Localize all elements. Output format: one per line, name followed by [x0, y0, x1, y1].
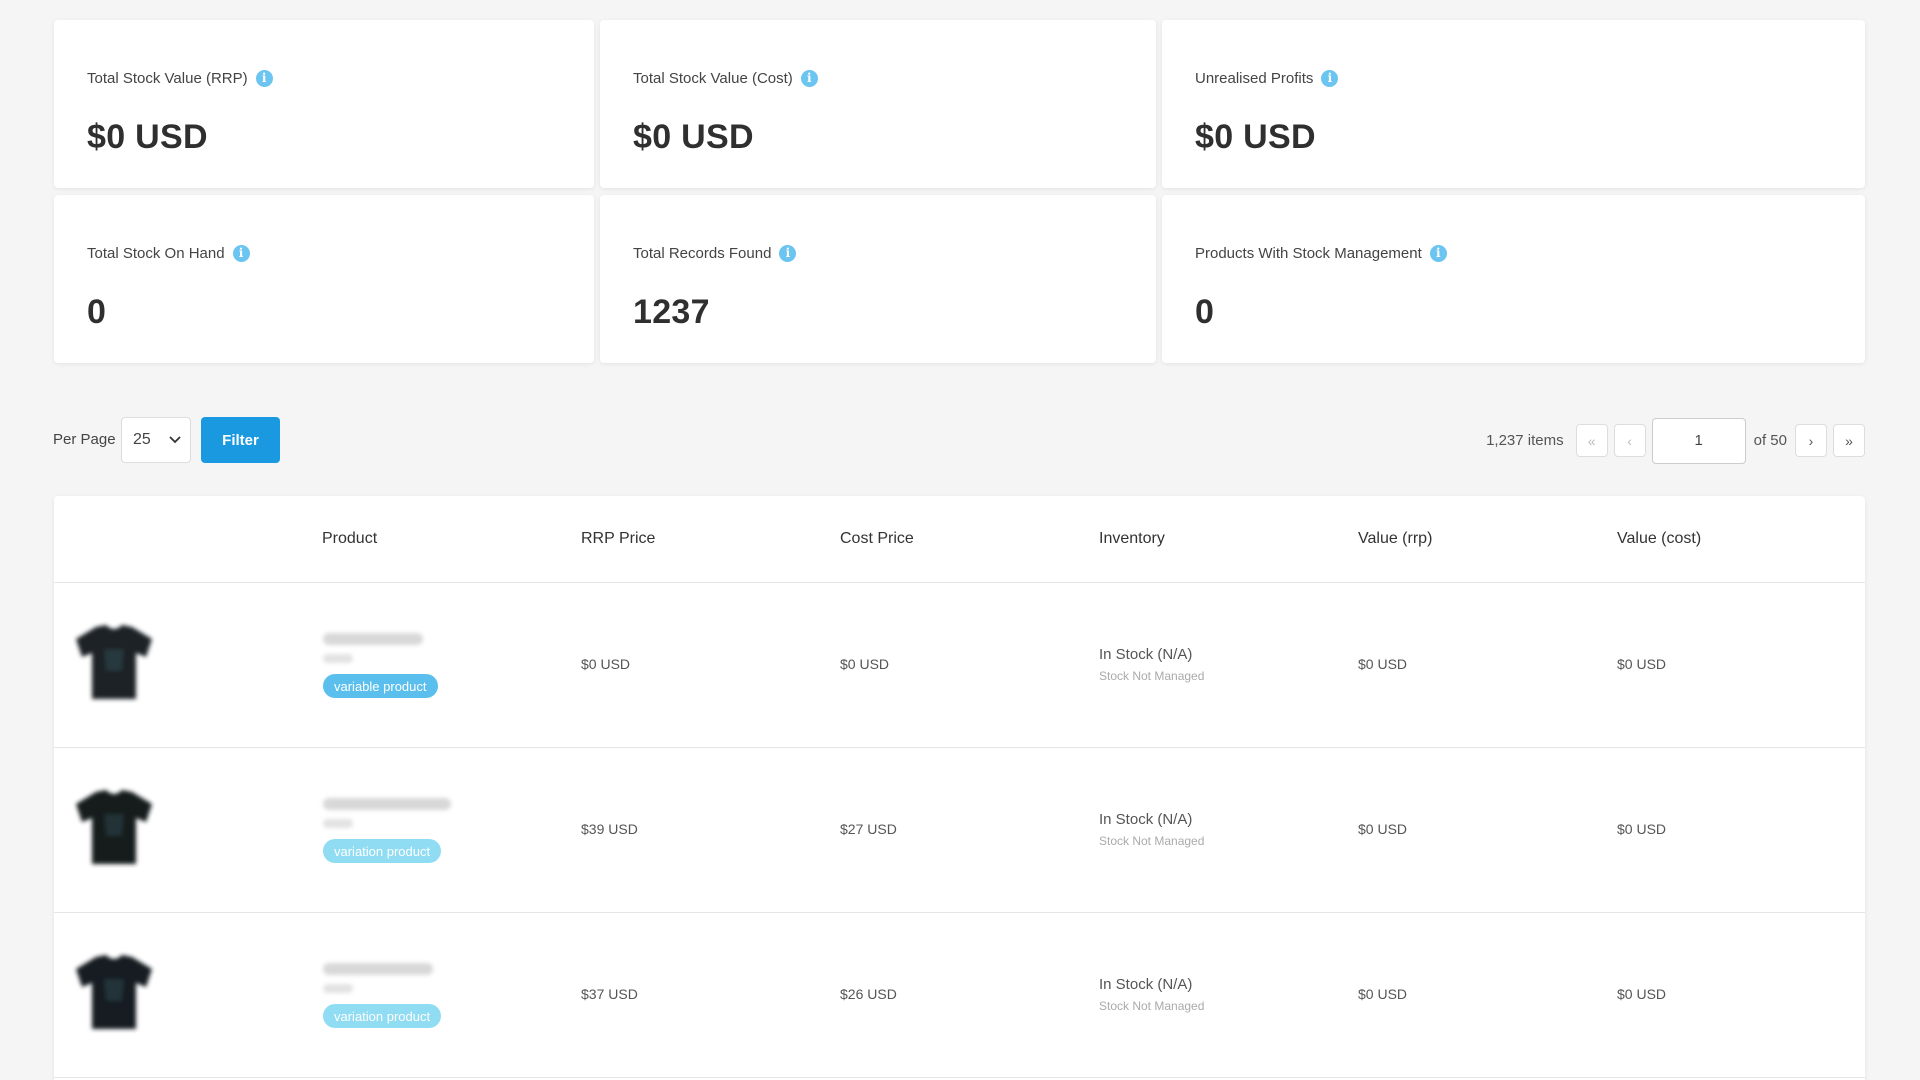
card-total-stock-on-hand: Total Stock On Hand i 0	[54, 195, 594, 363]
info-icon[interactable]: i	[255, 69, 273, 87]
per-page-select[interactable]: 25	[121, 417, 191, 463]
card-value: 0	[1195, 293, 1215, 331]
next-page-button[interactable]: ›	[1795, 424, 1827, 457]
first-page-button[interactable]: «	[1575, 424, 1608, 457]
product-sku-blurred	[323, 819, 353, 828]
card-label: Total Stock Value (RRP)	[87, 69, 248, 87]
per-page-value: 25	[133, 431, 151, 448]
card-label: Unrealised Profits	[1195, 69, 1314, 87]
table-row[interactable]: variation product $39 USD $27 USD In Sto…	[54, 748, 1865, 913]
rrp-price: $0 USD	[581, 656, 631, 672]
tshirt-thumbnail[interactable]	[70, 619, 158, 707]
value-rrp: $0 USD	[1358, 656, 1408, 672]
card-value: 0	[87, 293, 107, 331]
product-name-blurred[interactable]	[323, 633, 423, 645]
chevron-down-icon	[169, 432, 181, 447]
inventory-status: In Stock (N/A)	[1099, 811, 1193, 828]
table-row[interactable]: variation product $37 USD $26 USD In Sto…	[54, 913, 1865, 1078]
table-header: Product RRP Price Cost Price Inventory V…	[54, 496, 1865, 583]
inventory-status: In Stock (N/A)	[1099, 976, 1193, 993]
card-total-stock-value-cost: Total Stock Value (Cost) i $0 USD	[600, 20, 1156, 188]
column-header-rrp-price[interactable]: RRP Price	[581, 530, 655, 548]
card-total-stock-value-rrp: Total Stock Value (RRP) i $0 USD	[54, 20, 594, 188]
page-total: of 50	[1753, 432, 1787, 449]
table-row[interactable]: variable product $0 USD $0 USD In Stock …	[54, 583, 1865, 748]
card-label: Total Stock On Hand	[87, 244, 225, 262]
value-rrp: $0 USD	[1358, 821, 1408, 837]
product-name-blurred[interactable]	[323, 963, 433, 975]
info-icon[interactable]: i	[1429, 244, 1447, 262]
stock-note: Stock Not Managed	[1099, 669, 1205, 683]
card-total-records-found: Total Records Found i 1237	[600, 195, 1156, 363]
value-cost: $0 USD	[1617, 656, 1667, 672]
card-value: $0 USD	[1195, 118, 1316, 156]
tshirt-thumbnail[interactable]	[70, 949, 158, 1037]
page-number-input[interactable]	[1651, 417, 1746, 464]
card-label: Total Stock Value (Cost)	[633, 69, 793, 87]
info-icon[interactable]: i	[1321, 69, 1339, 87]
inventory-status: In Stock (N/A)	[1099, 646, 1193, 663]
value-cost: $0 USD	[1617, 986, 1667, 1002]
tshirt-thumbnail[interactable]	[70, 784, 158, 872]
product-name-blurred[interactable]	[323, 798, 451, 810]
items-count: 1,237 items	[1486, 432, 1564, 449]
stock-table: Product RRP Price Cost Price Inventory V…	[54, 496, 1865, 1080]
summary-cards: Total Stock Value (RRP) i $0 USD Total S…	[54, 20, 1865, 363]
table-toolbar: Per Page 25 Filter 1,237 items « ‹ of 50…	[53, 417, 1865, 464]
product-sku-blurred	[323, 984, 353, 993]
cost-price: $27 USD	[840, 821, 897, 837]
stock-note: Stock Not Managed	[1099, 834, 1205, 848]
product-sku-blurred	[323, 654, 353, 663]
card-products-with-stock-management: Products With Stock Management i 0	[1162, 195, 1865, 363]
product-type-badge: variable product	[323, 674, 438, 698]
rrp-price: $39 USD	[581, 821, 638, 837]
value-rrp: $0 USD	[1358, 986, 1408, 1002]
product-type-badge: variation product	[323, 839, 442, 863]
column-header-product[interactable]: Product	[322, 530, 377, 548]
column-header-value-cost[interactable]: Value (cost)	[1617, 530, 1701, 548]
per-page-label: Per Page	[53, 431, 116, 448]
product-type-badge: variation product	[323, 1004, 442, 1028]
rrp-price: $37 USD	[581, 986, 638, 1002]
stock-note: Stock Not Managed	[1099, 999, 1205, 1013]
column-header-value-rrp[interactable]: Value (rrp)	[1358, 530, 1432, 548]
value-cost: $0 USD	[1617, 821, 1667, 837]
filter-button[interactable]: Filter	[201, 417, 280, 463]
cost-price: $26 USD	[840, 986, 897, 1002]
info-icon[interactable]: i	[800, 69, 818, 87]
card-value: $0 USD	[87, 118, 208, 156]
column-header-inventory[interactable]: Inventory	[1099, 530, 1165, 548]
column-header-cost-price[interactable]: Cost Price	[840, 530, 914, 548]
info-icon[interactable]: i	[232, 244, 250, 262]
card-value: 1237	[633, 293, 710, 331]
last-page-button[interactable]: »	[1833, 424, 1865, 457]
card-label: Total Records Found	[633, 244, 772, 262]
prev-page-button[interactable]: ‹	[1613, 424, 1646, 457]
pagination: 1,237 items « ‹ of 50 › »	[1486, 417, 1865, 464]
info-icon[interactable]: i	[779, 244, 797, 262]
card-value: $0 USD	[633, 118, 754, 156]
card-label: Products With Stock Management	[1195, 244, 1422, 262]
cost-price: $0 USD	[840, 656, 890, 672]
card-unrealised-profits: Unrealised Profits i $0 USD	[1162, 20, 1865, 188]
